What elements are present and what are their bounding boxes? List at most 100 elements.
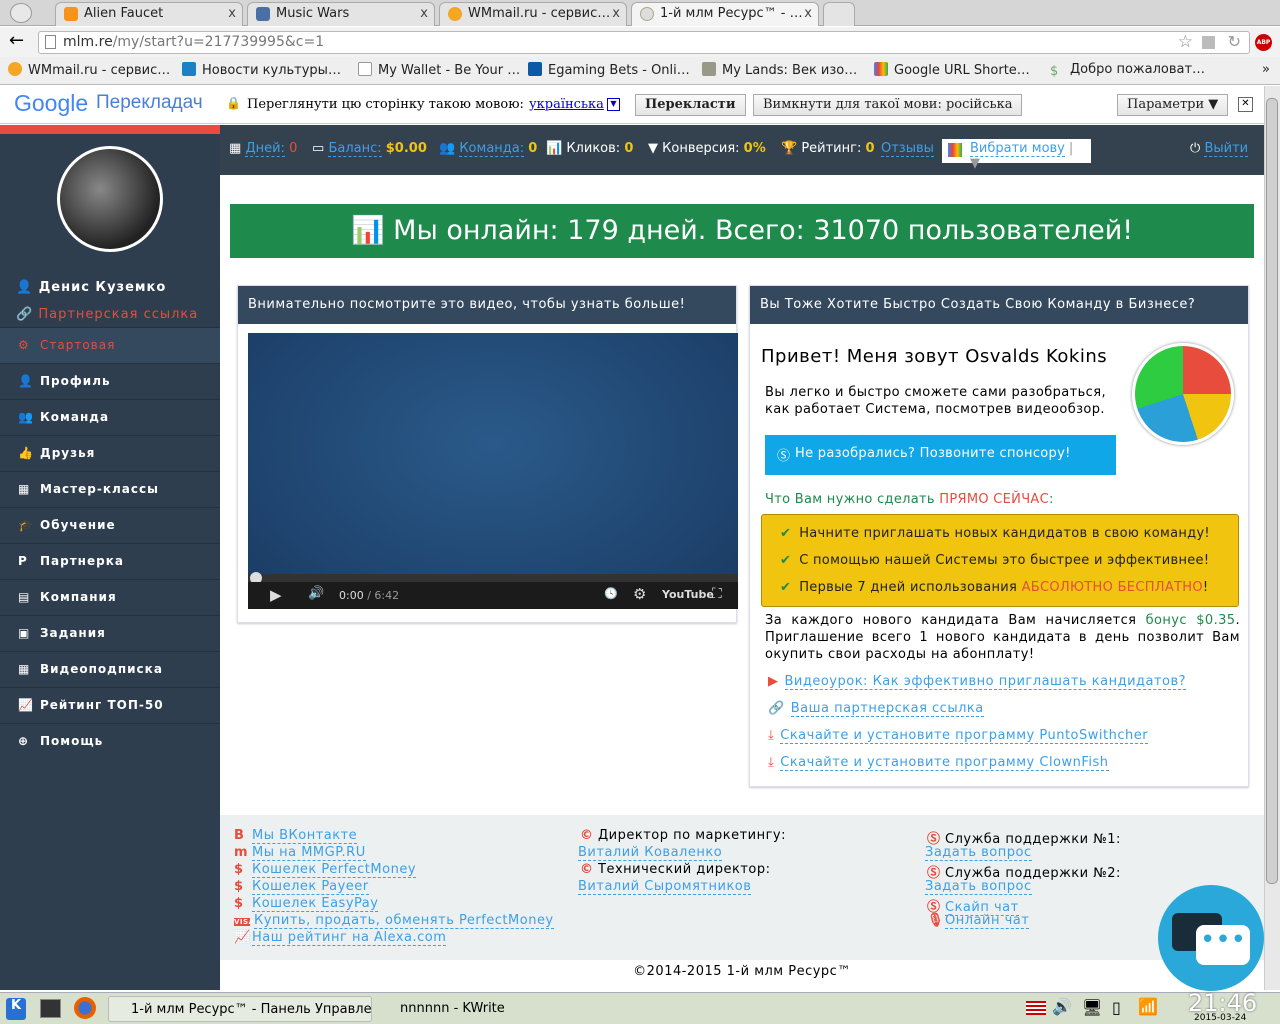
sidebar-item[interactable]: ▣ Задания (0, 615, 220, 651)
referral-link[interactable]: 🔗 Партнерская ссылка (16, 307, 198, 322)
reviews-link[interactable]: Отзывы (881, 141, 934, 157)
bookmark[interactable]: $ Добро пожаловат… (1050, 62, 1205, 79)
battery-icon[interactable]: ▯ (1112, 998, 1121, 1017)
footer-link[interactable]: VISAКупить, продать, обменять PerfectMon… (234, 913, 554, 929)
sidebar-item[interactable]: 👍 Друзья (0, 435, 220, 471)
avatar (57, 146, 163, 252)
dropdown-icon[interactable]: ▼ (607, 98, 620, 111)
copyright-icon: © (580, 862, 594, 877)
extension-icon[interactable] (1202, 36, 1215, 49)
wallet-icon: ▭ (312, 141, 325, 156)
tab-strip: Alien Faucet x Music Wars x WMmail.ru - се… (0, 0, 1280, 26)
footer-link[interactable]: m Мы на MMGP.RU (234, 845, 366, 861)
scrollbar-thumb[interactable] (1266, 98, 1278, 884)
footer-link[interactable]: $ Кошелек PerfectMoney (234, 862, 417, 878)
partner-link[interactable]: 🔗 Ваша партнерская ссылка (768, 701, 984, 717)
video-progress[interactable] (248, 572, 738, 584)
online-chat-link[interactable]: 🎙Онлайн чат (927, 913, 1030, 929)
fullscreen-icon[interactable]: ⛶ (712, 586, 722, 602)
sidebar-item[interactable]: 📈 Рейтинг ТОП-50 (0, 687, 220, 723)
back-icon[interactable]: ← (9, 30, 24, 51)
clicks-stat: 📊 Кликов: 0 (546, 141, 634, 156)
footer-link[interactable]: $ Кошелек Payeer (234, 879, 369, 895)
video-lesson-link[interactable]: ▶ Видеоурок: Как эффективно приглашать ка… (768, 674, 1187, 690)
bookmark[interactable]: Google URL Shorte… (874, 62, 1030, 78)
sidebar-item[interactable]: ⊕ Помощь (0, 723, 220, 759)
adblock-icon[interactable]: ABP (1255, 34, 1272, 51)
rating-stat: 🏆 Рейтинг: 0 (781, 141, 875, 156)
watch-later-icon[interactable]: 🕓 (604, 587, 618, 600)
bookmarks-bar: WMmail.ru - сервис… Новости культуры… My… (0, 57, 1280, 85)
firefox-icon[interactable] (74, 997, 96, 1019)
group-icon: 👥 (18, 410, 34, 424)
choose-language-label: Вибрати мову (970, 141, 1065, 157)
sidebar-item[interactable]: ▦ Видеоподписка (0, 651, 220, 687)
sidebar-item[interactable]: 👤 Профиль (0, 363, 220, 399)
chat-widget-button[interactable]: ••• (1158, 885, 1264, 991)
footer-link[interactable]: B Мы ВКонтакте (234, 828, 358, 844)
bookmark[interactable]: My Lands: Век изо… (702, 62, 857, 78)
volume-icon[interactable]: 🔊 (1052, 997, 1072, 1016)
video-time: 0:00 / 6:42 (339, 589, 400, 602)
accent-strip (0, 125, 220, 134)
tab-music-wars[interactable]: Music Wars x (247, 2, 435, 26)
tab-alien-faucet[interactable]: Alien Faucet x (55, 2, 243, 26)
address-bar[interactable]: mlm.re/my/start?u=217739995&c=1 ☆ ↻ (38, 31, 1250, 54)
wifi-icon[interactable]: 📶 (1138, 997, 1158, 1016)
bookmark[interactable]: Новости культуры… (182, 62, 341, 78)
tab-wmmail[interactable]: WMmail.ru - сервис… x (439, 2, 627, 26)
support2-link[interactable]: Задать вопрос (925, 879, 1032, 895)
sidebar-item[interactable]: 🎓 Обучение (0, 507, 220, 543)
terminal-icon[interactable] (40, 999, 61, 1018)
close-tab-icon[interactable]: x (612, 6, 620, 21)
link-icon: 🔗 (768, 701, 785, 716)
history-icon[interactable] (10, 3, 32, 23)
footer-link[interactable]: $ Кошелек EasyPay (234, 896, 379, 912)
bookmark[interactable]: WMmail.ru - сервис… (8, 62, 170, 78)
video-player[interactable] (248, 333, 738, 609)
taskbar-window-kwrite[interactable]: nnnnnn - KWrite (384, 1001, 505, 1016)
tech-director-link[interactable]: Виталий Сыромятников (578, 879, 752, 895)
sidebar-item-label: Помощь (40, 734, 104, 748)
taskbar-window-browser[interactable]: 1-й млм Ресурс™ - Панель Управлен (108, 996, 372, 1022)
translate-button[interactable]: Перекласти (635, 94, 746, 116)
sidebar-item[interactable]: P Партнерка (0, 543, 220, 579)
tab-mlm-active[interactable]: 1-й млм Ресурс™ - … x (631, 2, 819, 26)
settings-icon[interactable]: ⚙ (633, 585, 646, 603)
days-stat[interactable]: ▦ Дней: 0 (229, 141, 297, 157)
bookmarks-more-button[interactable]: » (1262, 62, 1270, 77)
close-tab-icon[interactable]: x (228, 6, 236, 21)
star-icon[interactable]: ☆ (1178, 32, 1193, 52)
download-clownfish-link[interactable]: ⤓ Скачайте и установите программу ClownFi… (768, 755, 1109, 771)
never-translate-button[interactable]: Вимкнути для такої мови: російська (753, 94, 1023, 116)
language-select[interactable]: українська (529, 97, 604, 112)
new-tab-button[interactable] (823, 2, 855, 26)
close-tab-icon[interactable]: x (804, 6, 812, 21)
balance-stat[interactable]: ▭ Баланс: $0.00 (312, 141, 427, 157)
logout-link[interactable]: ⏻ Выйти (1190, 141, 1249, 157)
sidebar-item[interactable]: ▦ Мастер-классы (0, 471, 220, 507)
bookmark[interactable]: My Wallet - Be Your … (358, 62, 520, 78)
chart-line-icon: 📈 (234, 930, 251, 945)
close-tab-icon[interactable]: x (420, 6, 428, 21)
options-button[interactable]: Параметри ▼ (1117, 94, 1229, 116)
display-icon[interactable]: 🖥 (1082, 998, 1102, 1017)
skype-sponsor-button[interactable]: Ⓢ Не разобрались? Позвоните спонсору! (765, 435, 1116, 475)
kde-menu-icon[interactable]: K (6, 998, 26, 1020)
sidebar-item[interactable]: ⚙ Стартовая (0, 327, 220, 363)
download-punto-link[interactable]: ⤓ Скачайте и установите программу PuntoSw… (768, 728, 1149, 744)
marketing-director-link[interactable]: Виталий Коваленко (578, 845, 723, 861)
close-translate-button[interactable]: ✕ (1238, 97, 1253, 112)
play-icon[interactable]: ▶ (270, 586, 282, 604)
bookmark[interactable]: Egaming Bets - Onli… (528, 62, 690, 78)
reload-icon[interactable]: ↻ (1228, 32, 1241, 51)
team-stat[interactable]: 👥 Команда: 0 (439, 141, 537, 157)
volume-icon[interactable]: 🔊 (308, 586, 324, 601)
us-flag-icon[interactable] (1026, 1001, 1046, 1015)
sidebar-item[interactable]: ▤ Компания (0, 579, 220, 615)
footer-link[interactable]: 📈Наш рейтинг на Alexa.com (234, 930, 447, 946)
language-chooser[interactable]: Вибрати мову | ▼ (942, 139, 1091, 171)
sidebar-item[interactable]: 👥 Команда (0, 399, 220, 435)
support1-link[interactable]: Задать вопрос (925, 845, 1032, 861)
youtube-logo[interactable]: YouTube (662, 588, 714, 601)
